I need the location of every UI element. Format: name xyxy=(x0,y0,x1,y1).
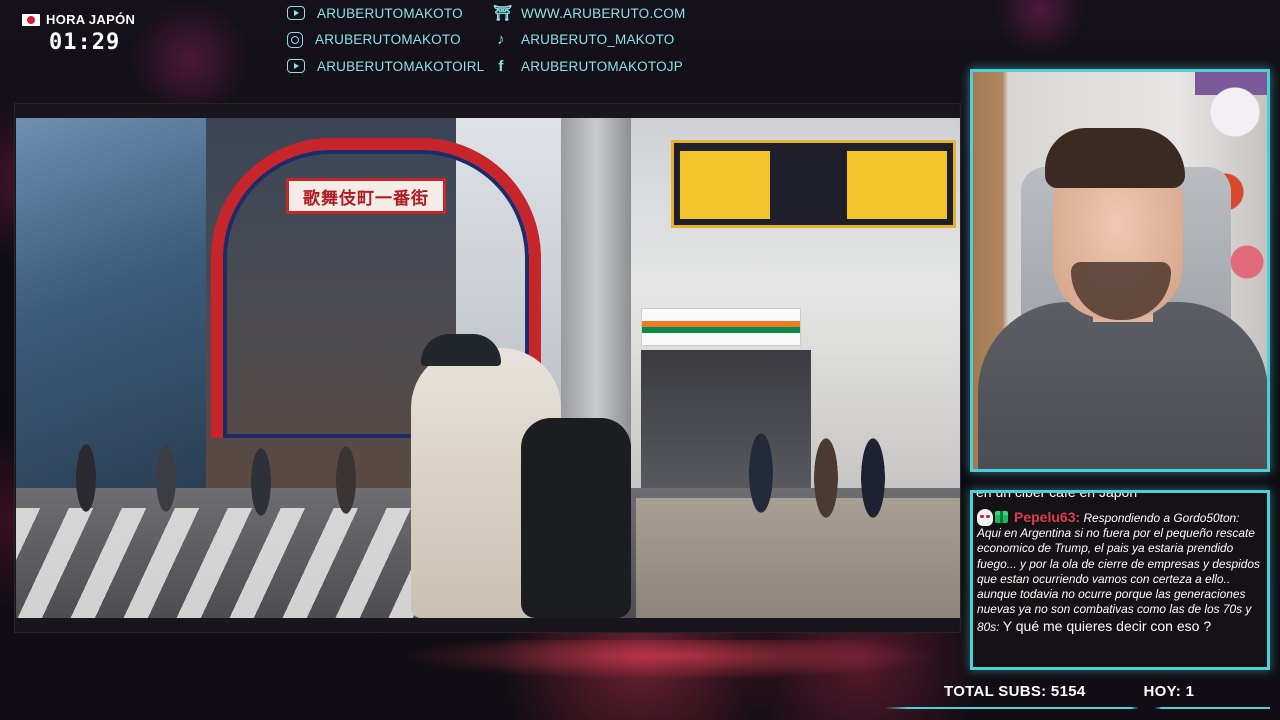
social-youtube-irl: ARUBERUTOMAKOTOIRL xyxy=(287,53,484,80)
chat-message-text: Y qué me quieres decir con eso ? xyxy=(1002,618,1212,635)
video-arch-sign: 歌舞伎町一番街 xyxy=(286,178,446,214)
total-subs: TOTAL SUBS: 5154 xyxy=(944,683,1086,700)
social-handle: WWW.ARUBERUTO.COM xyxy=(521,5,686,21)
social-instagram: ARUBERUTOMAKOTO xyxy=(287,27,484,54)
clock-time: 01:29 xyxy=(49,30,121,55)
japan-time-widget: HORA JAPÓN 01:29 xyxy=(22,12,135,55)
decorative-glow xyxy=(400,640,940,680)
accent-line xyxy=(884,707,1270,709)
social-handle: ARUBERUTOMAKOTO xyxy=(317,5,463,21)
japan-flag-icon xyxy=(22,13,40,26)
youtube-icon xyxy=(287,59,305,74)
sub-counter: TOTAL SUBS: 5154 HOY: 1 xyxy=(944,683,1194,700)
social-youtube-main: ARUBERUTOMAKOTO xyxy=(287,0,484,27)
video-restaurant-sign xyxy=(671,140,956,228)
social-facebook: f ARUBERUTOMAKOTOJP xyxy=(493,53,685,80)
tiktok-icon: ♪ xyxy=(497,31,505,49)
video-walker-cap xyxy=(421,334,501,366)
video-walker-backpack xyxy=(521,418,631,618)
social-handle: ARUBERUTOMAKOTOJP xyxy=(521,58,683,74)
gift-badge-icon xyxy=(995,511,1008,523)
webcam-feed[interactable] xyxy=(970,69,1270,472)
social-tiktok: ♪ ARUBERUTO_MAKOTO xyxy=(493,27,685,54)
chat-previous-message: en un ciber cafe en Japon xyxy=(976,490,1138,500)
video-crosswalk xyxy=(16,508,436,618)
social-handle: ARUBERUTOMAKOTO xyxy=(315,32,461,48)
chat-message: Pepelu63: Respondiendo a Gordo50ton: Aqu… xyxy=(977,509,1265,636)
social-handle: ARUBERUTO_MAKOTO xyxy=(521,32,675,48)
social-handle: ARUBERUTOMAKOTOIRL xyxy=(317,58,485,74)
chat-username[interactable]: Pepelu63: xyxy=(1014,509,1080,525)
main-video-feed[interactable]: 歌舞伎町一番街 xyxy=(16,118,960,618)
instagram-icon xyxy=(287,31,303,48)
facebook-icon: f xyxy=(498,57,504,75)
chat-reply-quote: Respondiendo a Gordo50ton: Aqui en Argen… xyxy=(977,511,1260,635)
fox-mask-badge-icon xyxy=(977,509,993,526)
torii-gate-icon: ⛩ xyxy=(493,5,513,23)
webcam-streamer-shirt xyxy=(978,302,1267,469)
webcam-streamer-hair xyxy=(1045,128,1185,188)
video-convenience-store-sign xyxy=(641,308,801,346)
social-website: ⛩ WWW.ARUBERUTO.COM xyxy=(493,0,685,27)
subs-today: HOY: 1 xyxy=(1143,683,1195,700)
chat-overlay[interactable]: en un ciber cafe en Japon Pepelu63: Resp… xyxy=(970,490,1270,670)
youtube-icon xyxy=(287,6,305,21)
clock-label: HORA JAPÓN xyxy=(46,12,136,27)
